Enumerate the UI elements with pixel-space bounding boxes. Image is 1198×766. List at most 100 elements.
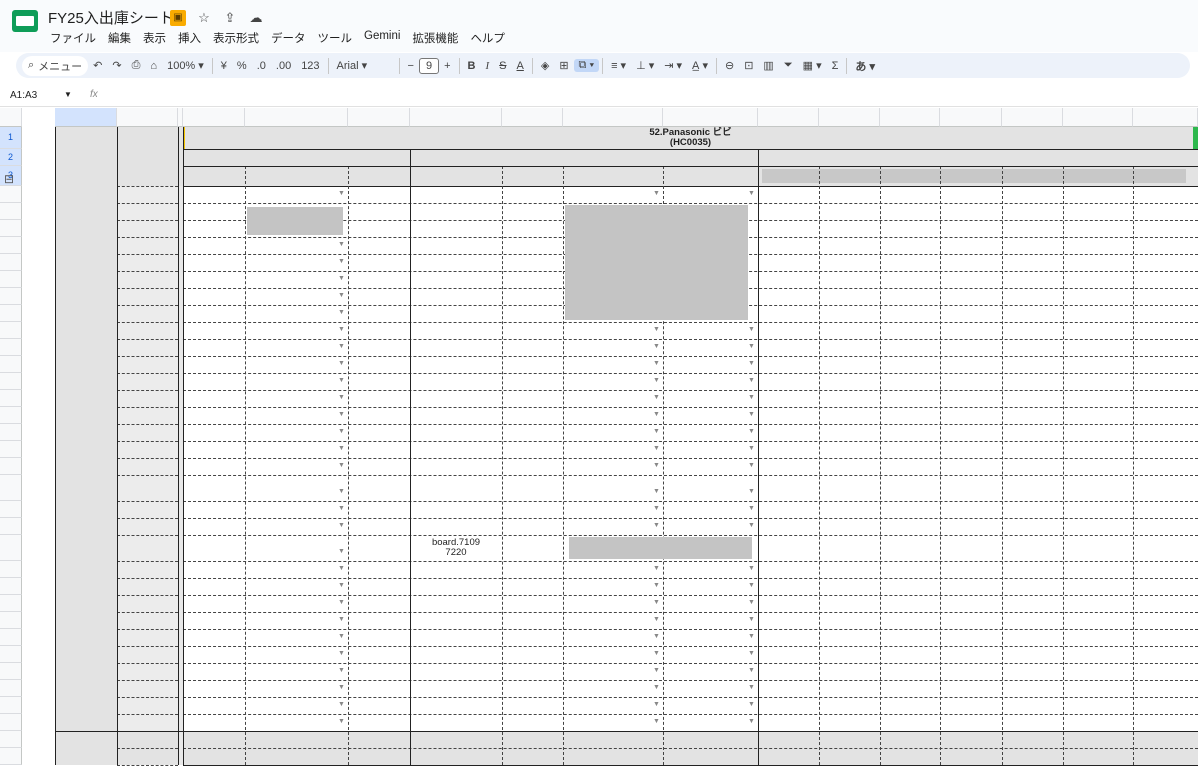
in-qty-cell[interactable] [183, 339, 245, 356]
dropdown-arrow-icon[interactable]: ▼ [748, 522, 755, 529]
stock-az-cell[interactable] [880, 322, 940, 339]
stock-az-cell[interactable] [880, 424, 940, 441]
dropdown-arrow-icon[interactable]: ▼ [338, 633, 345, 640]
out-qty-cell[interactable] [502, 339, 563, 356]
stock-bd-cell[interactable] [1133, 203, 1198, 220]
stock-ax-cell[interactable] [758, 288, 819, 305]
dropdown-arrow-icon[interactable]: ▼ [748, 343, 755, 350]
stock-ay-cell[interactable] [819, 390, 880, 407]
stock-ax-cell[interactable] [758, 501, 819, 518]
order-no-cell[interactable] [430, 305, 502, 322]
in-qty-cell[interactable] [183, 541, 245, 561]
out-qty-cell[interactable] [502, 305, 563, 322]
stock-ay-cell[interactable] [819, 339, 880, 356]
stock-ay-cell[interactable] [819, 541, 880, 561]
in-qty-cell[interactable] [183, 646, 245, 663]
stock-ax-cell[interactable] [758, 578, 819, 595]
column-header-BA[interactable] [940, 108, 1002, 127]
stock-bd-cell[interactable] [1133, 339, 1198, 356]
dropdown-arrow-icon[interactable]: ▼ [338, 582, 345, 589]
dropdown-arrow-icon[interactable]: ▼ [338, 275, 345, 282]
collapse-group-icon[interactable]: ⊟ [4, 172, 14, 186]
stock-ax-cell[interactable] [758, 373, 819, 390]
row-header[interactable]: 2 [0, 149, 22, 166]
in-qty-cell[interactable] [183, 271, 245, 288]
dropdown-arrow-icon[interactable]: ▼ [748, 582, 755, 589]
date-cell[interactable] [117, 237, 178, 254]
stock-ay-cell[interactable] [819, 578, 880, 595]
stock-bd-cell[interactable] [1133, 373, 1198, 390]
row-header[interactable] [0, 305, 22, 322]
out-qty-cell[interactable] [502, 441, 563, 458]
order-no-cell[interactable] [430, 203, 502, 220]
dropdown-arrow-icon[interactable]: ▼ [338, 548, 345, 555]
dropdown-arrow-icon[interactable]: ▼ [653, 394, 660, 401]
order-no-cell[interactable] [430, 561, 502, 578]
dropdown-arrow-icon[interactable]: ▼ [338, 377, 345, 384]
out-qty-cell[interactable] [502, 254, 563, 271]
dropdown-arrow-icon[interactable]: ▼ [748, 394, 755, 401]
stock-bd-cell[interactable] [1133, 578, 1198, 595]
stock-bd-cell[interactable] [1133, 220, 1198, 237]
row-header[interactable] [0, 612, 22, 629]
stock-ax-cell[interactable] [758, 595, 819, 612]
stock-ay-cell[interactable] [819, 271, 880, 288]
row-header[interactable] [0, 390, 22, 407]
in-qty-cell[interactable] [183, 322, 245, 339]
stock-ax-cell[interactable] [758, 561, 819, 578]
stock-az-cell[interactable] [880, 697, 940, 714]
dropdown-arrow-icon[interactable]: ▼ [653, 718, 660, 725]
order-no-cell[interactable] [430, 356, 502, 373]
row-header[interactable]: 1 [0, 127, 22, 149]
order-no-cell[interactable] [430, 322, 502, 339]
stock-bd-cell[interactable] [1133, 697, 1198, 714]
dropdown-arrow-icon[interactable]: ▼ [748, 684, 755, 691]
out-qty-cell[interactable] [502, 612, 563, 629]
dropdown-arrow-icon[interactable]: ▼ [748, 701, 755, 708]
order-no-cell[interactable] [430, 237, 502, 254]
date-cell[interactable] [117, 203, 178, 220]
out-qty-cell[interactable] [502, 541, 563, 561]
date-cell[interactable] [117, 501, 178, 518]
row-header[interactable] [0, 714, 22, 731]
order-no-cell[interactable] [430, 373, 502, 390]
row-header[interactable] [0, 561, 22, 578]
date-cell[interactable] [117, 714, 178, 731]
stock-bd-cell[interactable] [1133, 322, 1198, 339]
dropdown-arrow-icon[interactable]: ▼ [338, 343, 345, 350]
stock-az-cell[interactable] [880, 305, 940, 322]
column-header-AU[interactable] [502, 108, 563, 127]
in-qty-cell[interactable] [183, 501, 245, 518]
stock-ax-cell[interactable] [758, 356, 819, 373]
stock-ay-cell[interactable] [819, 288, 880, 305]
date-cell[interactable] [117, 629, 178, 646]
order-no-cell[interactable] [430, 680, 502, 697]
stock-bd-cell[interactable] [1133, 458, 1198, 475]
in-qty-cell[interactable] [183, 288, 245, 305]
dropdown-arrow-icon[interactable]: ▼ [338, 522, 345, 529]
dropdown-arrow-icon[interactable]: ▼ [338, 411, 345, 418]
dropdown-arrow-icon[interactable]: ▼ [748, 565, 755, 572]
stock-ax-cell[interactable] [758, 541, 819, 561]
dropdown-arrow-icon[interactable]: ▼ [653, 343, 660, 350]
stock-ay-cell[interactable] [819, 237, 880, 254]
stock-az-cell[interactable] [880, 254, 940, 271]
out-qty-cell[interactable] [502, 390, 563, 407]
in-qty-cell[interactable] [183, 561, 245, 578]
out-qty-cell[interactable] [502, 578, 563, 595]
stock-bd-cell[interactable] [1133, 271, 1198, 288]
order-no-cell[interactable] [430, 424, 502, 441]
stock-az-cell[interactable] [880, 390, 940, 407]
stock-ax-cell[interactable] [758, 186, 819, 203]
date-cell[interactable] [117, 518, 178, 535]
row-header[interactable] [0, 254, 22, 271]
stock-ax-cell[interactable] [758, 481, 819, 501]
stock-ay-cell[interactable] [819, 481, 880, 501]
stock-bd-cell[interactable] [1133, 481, 1198, 501]
in-qty-cell[interactable] [183, 407, 245, 424]
stock-bd-cell[interactable] [1133, 561, 1198, 578]
column-header-BB[interactable] [1002, 108, 1063, 127]
dropdown-arrow-icon[interactable]: ▼ [338, 241, 345, 248]
row-header[interactable] [0, 441, 22, 458]
in-qty-cell[interactable] [183, 254, 245, 271]
